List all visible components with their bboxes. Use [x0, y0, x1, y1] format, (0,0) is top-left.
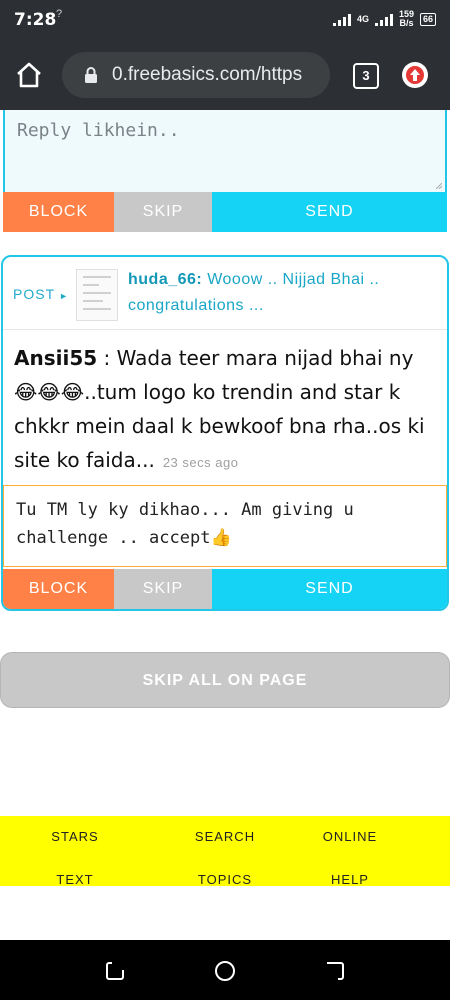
network-speed-unit: B/s: [399, 18, 414, 28]
post-author: huda_66:: [128, 271, 203, 288]
reply-placeholder: Reply likhein..: [17, 120, 180, 141]
tab-switcher-button[interactable]: 3: [353, 63, 379, 89]
reply-message: Ansii55 : Wada teer mara nijad bhai ny 😂…: [14, 341, 442, 480]
network-type: 4G: [356, 13, 369, 24]
signal-icon: [332, 12, 351, 26]
network-speed: 159 B/s: [399, 10, 414, 28]
post-card: POST ► huda_66: Wooow .. Nijjad Bhai .. c…: [1, 255, 449, 611]
play-icon: ►: [59, 291, 70, 301]
post-label-text: POST: [13, 286, 56, 302]
block-button-2[interactable]: BLOCK: [3, 569, 114, 609]
message-username[interactable]: Ansii55: [14, 346, 97, 370]
action-row-1: BLOCK SKIP SEND: [3, 192, 447, 232]
reply-input-2[interactable]: Tu TM ly ky dikhao... Am giving u challe…: [3, 485, 447, 567]
arrow-up-icon: [406, 66, 424, 84]
reply-input[interactable]: Reply likhein..: [3, 110, 447, 192]
message-timestamp: 23 secs ago: [162, 455, 239, 470]
browser-toolbar: 0.freebasics.com/https 3: [0, 40, 450, 110]
status-time: 7:28: [14, 10, 57, 30]
skip-button-2[interactable]: SKIP: [114, 569, 212, 609]
post-header[interactable]: POST ► huda_66: Wooow .. Nijjad Bhai .. c…: [3, 257, 447, 330]
footer-help[interactable]: HELP: [275, 872, 425, 887]
action-row-2: BLOCK SKIP SEND: [3, 569, 447, 609]
url-field[interactable]: 0.freebasics.com/https: [62, 52, 330, 98]
status-right: 4G 159 B/s 66: [332, 10, 436, 28]
reply-input-value: Tu TM ly ky dikhao... Am giving u challe…: [16, 500, 354, 548]
back-icon[interactable]: [324, 960, 346, 982]
home-nav-icon[interactable]: [214, 960, 236, 982]
data-indicator: ?: [56, 8, 63, 20]
resize-handle-icon[interactable]: [436, 183, 442, 189]
footer-text[interactable]: TEXT: [0, 872, 150, 887]
send-button[interactable]: SEND: [212, 192, 447, 232]
footer-stars[interactable]: STARS: [0, 829, 150, 844]
system-nav-bar: [0, 940, 450, 1000]
battery-icon: 66: [419, 12, 436, 26]
send-button-2[interactable]: SEND: [212, 569, 447, 609]
post-preview[interactable]: huda_66: Wooow .. Nijjad Bhai .. congrat…: [128, 267, 443, 319]
recent-apps-icon[interactable]: [104, 960, 126, 982]
url-text: 0.freebasics.com/https: [112, 64, 303, 85]
post-thumbnail[interactable]: [76, 269, 118, 321]
block-button[interactable]: BLOCK: [3, 192, 114, 232]
post-label: POST ►: [13, 286, 69, 302]
footer-nav: STARS SEARCH ONLINE TEXT TOPICS HELP: [0, 816, 450, 887]
skip-all-button[interactable]: SKIP ALL ON PAGE: [0, 652, 450, 708]
home-icon[interactable]: [14, 60, 44, 90]
lock-icon: [85, 67, 97, 83]
status-bar: 7:28 ? 4G 159 B/s 66: [0, 0, 450, 40]
update-menu-icon[interactable]: [402, 62, 428, 88]
signal-icon-2: [374, 12, 393, 26]
footer-online[interactable]: ONLINE: [275, 829, 425, 844]
skip-button[interactable]: SKIP: [114, 192, 212, 232]
